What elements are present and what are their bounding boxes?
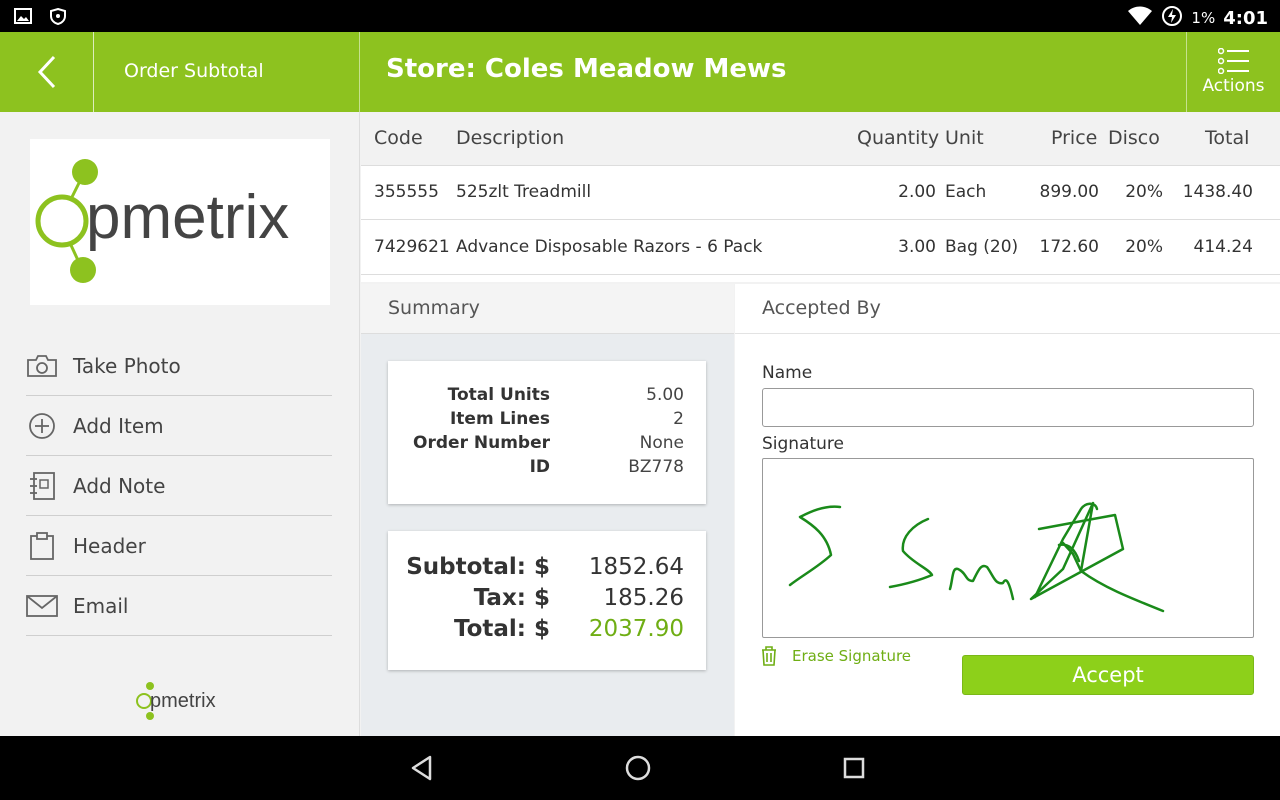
svg-text:pmetrix: pmetrix: [86, 183, 289, 252]
cell-code: 7429621: [374, 237, 450, 257]
app-bar: Order Subtotal Store: Coles Meadow Mews …: [0, 32, 1280, 112]
email-icon: [26, 590, 58, 622]
trash-icon: [762, 646, 776, 666]
chevron-left-icon: [37, 55, 56, 89]
opmetrix-footer-logo: pmetrix: [132, 680, 232, 728]
note-icon: [26, 470, 58, 502]
sidebar-menu: Take Photo Add Item Add Note Header Emai…: [26, 336, 332, 636]
clipboard-icon: [26, 530, 58, 562]
erase-signature-label: Erase Signature: [792, 647, 912, 665]
cell-price: 899.00: [1039, 182, 1099, 202]
sidebar-item-add-note[interactable]: Add Note: [26, 456, 332, 516]
cell-discount: 20%: [1125, 182, 1163, 202]
section-title: Order Subtotal: [124, 60, 264, 82]
accepted-by-panel: Accepted By Name Signature Erase Signatu…: [735, 284, 1280, 736]
actions-button[interactable]: Actions: [1187, 32, 1280, 112]
back-button[interactable]: [0, 32, 94, 112]
accepted-by-title: Accepted By: [762, 297, 881, 319]
sidebar-item-email[interactable]: Email: [26, 576, 332, 636]
column-quantity: Quantity: [857, 127, 940, 149]
column-price: Price: [1051, 127, 1098, 149]
signature-label: Signature: [762, 434, 845, 454]
table-row[interactable]: 7429621 Advance Disposable Razors - 6 Pa…: [361, 221, 1280, 275]
status-bar: 1% 4:01: [0, 0, 1280, 32]
cell-unit: Bag (20): [945, 237, 1019, 257]
sidebar-item-take-photo[interactable]: Take Photo: [26, 336, 332, 396]
add-circle-icon: [26, 410, 58, 442]
table-header: Code Description Quantity Unit Price Dis…: [361, 112, 1280, 166]
accepted-by-header: Accepted By: [735, 284, 1280, 334]
nav-back-icon[interactable]: [406, 752, 438, 784]
shield-notification-icon: [50, 7, 66, 29]
column-code: Code: [374, 127, 423, 149]
item-lines-value: 2: [673, 409, 684, 429]
battery-charging-icon: [1161, 5, 1183, 31]
cell-quantity: 3.00: [898, 237, 936, 257]
clock: 4:01: [1223, 7, 1268, 29]
cell-price: 172.60: [1039, 237, 1099, 257]
subtotal-value: 1852.64: [588, 554, 684, 580]
wifi-icon: [1127, 6, 1153, 30]
summary-totals-card: Subtotal: $ 1852.64 Tax: $ 185.26 Total:…: [388, 531, 706, 670]
cell-total: 1438.40: [1182, 182, 1253, 202]
total-value: 2037.90: [588, 616, 684, 642]
battery-percent: 1%: [1191, 9, 1216, 27]
nav-home-icon[interactable]: [622, 752, 654, 784]
total-units-value: 5.00: [646, 385, 684, 405]
total-label: Total: $: [453, 616, 550, 642]
summary-title: Summary: [388, 297, 480, 319]
opmetrix-logo: pmetrix: [30, 139, 330, 305]
cell-unit: Each: [945, 182, 987, 202]
app-bar-divider: [359, 32, 360, 112]
order-lines-table: Code Description Quantity Unit Price Dis…: [361, 112, 1280, 282]
cell-total: 414.24: [1193, 237, 1253, 257]
column-description: Description: [456, 127, 565, 149]
cell-description: Advance Disposable Razors - 6 Pack: [456, 237, 763, 257]
summary-header: Summary: [361, 284, 734, 334]
column-total: Total: [1205, 127, 1250, 149]
tax-label: Tax: $: [473, 585, 550, 611]
name-input[interactable]: [762, 388, 1254, 427]
list-menu-icon: [1217, 48, 1249, 74]
id-value: BZ778: [628, 457, 684, 477]
camera-icon: [26, 350, 58, 382]
app-bar-divider: [93, 32, 94, 112]
store-title: Store: Coles Meadow Mews: [386, 54, 787, 84]
item-lines-label: Item Lines: [449, 409, 550, 429]
gallery-notification-icon: [14, 8, 32, 29]
summary-panel: Summary Total Units 5.00 Item Lines 2 Or…: [361, 284, 734, 736]
sidebar-item-header[interactable]: Header: [26, 516, 332, 576]
sidebar: pmetrix Take Photo Add Item Add Note Hea…: [0, 112, 360, 736]
nav-recents-icon[interactable]: [838, 752, 870, 784]
signature-strokes: [788, 501, 1165, 613]
actions-label: Actions: [1202, 76, 1265, 96]
system-nav-bar: [0, 736, 1280, 800]
column-discount: Disco: [1108, 127, 1160, 149]
accept-button[interactable]: Accept: [962, 655, 1254, 695]
cell-quantity: 2.00: [898, 182, 936, 202]
order-number-label: Order Number: [413, 433, 550, 453]
cell-discount: 20%: [1125, 237, 1163, 257]
total-units-label: Total Units: [447, 385, 550, 405]
cell-code: 355555: [374, 182, 439, 202]
cell-description: 525zlt Treadmill: [456, 182, 592, 202]
id-label: ID: [529, 457, 550, 477]
signature-pad[interactable]: [762, 458, 1254, 638]
summary-details-card: Total Units 5.00 Item Lines 2 Order Numb…: [388, 361, 706, 504]
subtotal-label: Subtotal: $: [406, 554, 550, 580]
svg-text:pmetrix: pmetrix: [150, 690, 216, 712]
name-label: Name: [762, 363, 813, 383]
column-unit: Unit: [945, 127, 984, 149]
order-number-value: None: [639, 433, 684, 453]
sidebar-item-add-item[interactable]: Add Item: [26, 396, 332, 456]
table-row[interactable]: 355555 525zlt Treadmill 2.00 Each 899.00…: [361, 166, 1280, 220]
erase-signature-button[interactable]: Erase Signature: [760, 646, 911, 666]
tax-value: 185.26: [603, 585, 684, 611]
